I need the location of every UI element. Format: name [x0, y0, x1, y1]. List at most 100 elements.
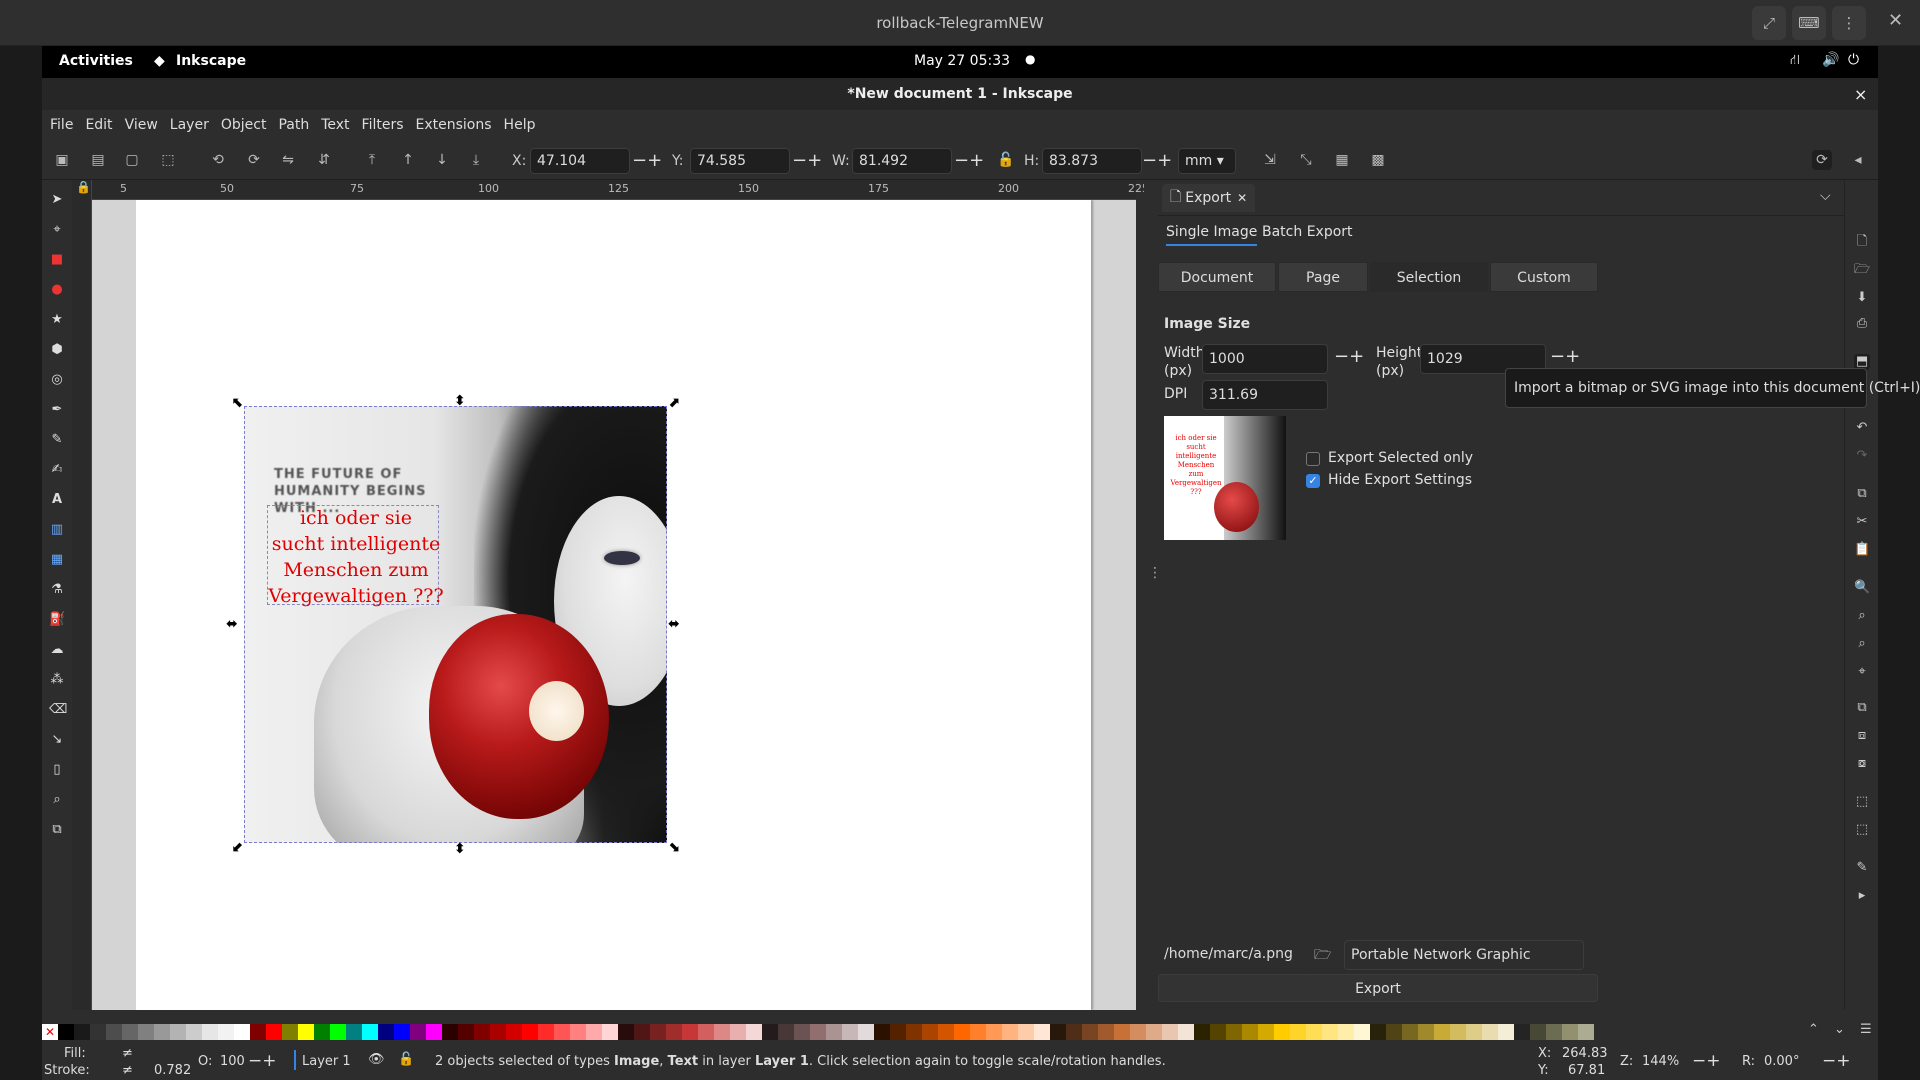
palette-swatch[interactable] [138, 1024, 154, 1040]
palette-swatch[interactable] [330, 1024, 346, 1040]
palette-swatch[interactable] [1258, 1024, 1274, 1040]
palette-swatch[interactable] [218, 1024, 234, 1040]
zoom-input[interactable]: 144% [1642, 1054, 1679, 1069]
palette-menu-icon[interactable]: ☰ [1860, 1022, 1872, 1037]
print-icon[interactable]: ⎙ [1854, 316, 1870, 332]
cut-icon[interactable]: ✂ [1854, 514, 1870, 530]
palette-swatch[interactable] [282, 1024, 298, 1040]
select-all-icon[interactable]: ▣ [52, 150, 72, 170]
palette-swatch[interactable] [586, 1024, 602, 1040]
palette-swatch[interactable] [1578, 1024, 1594, 1040]
scale-handle-b[interactable]: ⬍ [454, 842, 466, 856]
menu-object[interactable]: Object [221, 117, 267, 133]
palette-swatch[interactable] [1306, 1024, 1322, 1040]
palette-scroll-down-icon[interactable]: ⌄ [1834, 1022, 1845, 1037]
scale-corners-icon[interactable]: ⤡ [1296, 150, 1316, 170]
transform-patterns-icon[interactable]: ▩ [1368, 150, 1388, 170]
menu-layer[interactable]: Layer [170, 117, 209, 133]
palette-swatch[interactable] [890, 1024, 906, 1040]
keyboard-icon[interactable]: ⌨ [1792, 6, 1826, 40]
palette-swatch[interactable] [1194, 1024, 1210, 1040]
palette-swatch[interactable] [1466, 1024, 1482, 1040]
palette-swatch[interactable] [1530, 1024, 1546, 1040]
dock-resize-handle[interactable]: ⋮ [1144, 180, 1162, 1010]
calligraphy-tool-icon[interactable]: ✍ [49, 462, 65, 478]
transform-gradients-icon[interactable]: ▦ [1332, 150, 1352, 170]
eraser-tool-icon[interactable]: ⌫ [49, 702, 67, 718]
tweak-tool-icon[interactable]: ☁ [49, 642, 65, 658]
spray-tool-icon[interactable]: ⁂ [49, 672, 65, 688]
select-all-layers-icon[interactable]: ▤ [88, 150, 108, 170]
export-selected-only-checkbox[interactable] [1306, 452, 1320, 466]
dpi-input[interactable]: 311.69 [1202, 380, 1328, 410]
palette-swatch[interactable] [1290, 1024, 1306, 1040]
deselect-icon[interactable]: ▢ [122, 150, 142, 170]
palette-swatch[interactable] [362, 1024, 378, 1040]
palette-swatch[interactable] [1434, 1024, 1450, 1040]
mesh-tool-icon[interactable]: ▦ [49, 552, 65, 568]
scale-handle-tr[interactable]: ⬈ [668, 396, 680, 410]
palette-swatch[interactable] [650, 1024, 666, 1040]
menu-help[interactable]: Help [504, 117, 536, 133]
save-icon[interactable]: ⬇ [1854, 290, 1870, 306]
palette-swatch[interactable] [714, 1024, 730, 1040]
filename-input[interactable]: /home/marc/a.png [1158, 940, 1308, 970]
zoom-center-icon[interactable]: ⌖ [1854, 664, 1870, 680]
h-stepper[interactable]: −+ [1142, 148, 1172, 174]
export-tab-close-icon[interactable]: ✕ [1237, 191, 1247, 205]
paint-bucket-tool-icon[interactable]: ⛽ [49, 612, 65, 628]
pencil-tool-icon[interactable]: ✎ [49, 432, 65, 448]
palette-swatch[interactable] [874, 1024, 890, 1040]
palette-swatch[interactable] [1386, 1024, 1402, 1040]
palette-swatch[interactable] [954, 1024, 970, 1040]
palette-swatch[interactable] [490, 1024, 506, 1040]
volume-icon[interactable]: 🔊 [1822, 52, 1839, 68]
palette-swatch[interactable] [522, 1024, 538, 1040]
scale-handle-l[interactable]: ⬌ [226, 617, 238, 631]
y-input[interactable]: 74.585 [690, 148, 790, 174]
power-icon[interactable]: ⏻ [1848, 52, 1859, 68]
rectangle-tool-icon[interactable]: ■ [49, 252, 65, 268]
palette-swatch[interactable] [1178, 1024, 1194, 1040]
zoom-page-icon[interactable]: ⌕ [1854, 636, 1870, 652]
rotate-ccw-icon[interactable]: ⟲ [208, 150, 228, 170]
palette-swatch[interactable] [1162, 1024, 1178, 1040]
export-button[interactable]: Export [1158, 974, 1598, 1002]
scale-handle-br[interactable]: ⬊ [668, 840, 680, 854]
connector-tool-icon[interactable]: ↘ [49, 732, 65, 748]
redo-icon[interactable]: ↷ [1854, 448, 1870, 464]
scale-stroke-icon[interactable]: ⇲ [1260, 150, 1280, 170]
zoom-selection-icon[interactable]: 🔍 [1854, 580, 1870, 596]
open-document-icon[interactable]: 🗁 [1854, 262, 1870, 278]
palette-swatch[interactable] [474, 1024, 490, 1040]
palette-swatch[interactable] [554, 1024, 570, 1040]
palette-swatch[interactable] [1370, 1024, 1386, 1040]
hide-export-settings-label[interactable]: Hide Export Settings [1328, 472, 1472, 488]
measure-tool-icon[interactable]: ⧉ [49, 822, 65, 838]
palette-swatch[interactable] [1146, 1024, 1162, 1040]
transform-handles-icon[interactable]: ⬚ [158, 150, 178, 170]
palette-swatch[interactable] [378, 1024, 394, 1040]
palette-swatch[interactable] [826, 1024, 842, 1040]
more-menu-icon[interactable]: ⋮ [1832, 6, 1866, 40]
opacity-input[interactable]: 100 [220, 1054, 245, 1069]
bezier-tool-icon[interactable]: ✒ [49, 402, 65, 418]
node-tool-icon[interactable]: ⌖ [49, 222, 65, 238]
scale-handle-bl[interactable]: ⬋ [232, 840, 244, 854]
layer-lock-icon[interactable]: 🔓 [398, 1052, 414, 1067]
chevron-down-icon[interactable]: ⌵ [1820, 188, 1831, 204]
menu-edit[interactable]: Edit [85, 117, 112, 133]
palette-swatch[interactable] [842, 1024, 858, 1040]
palette-swatch[interactable] [698, 1024, 714, 1040]
clone-icon[interactable]: ⧈ [1854, 728, 1870, 744]
rotation-stepper[interactable]: −+ [1822, 1051, 1851, 1071]
palette-swatch[interactable] [58, 1024, 74, 1040]
opacity-stepper[interactable]: −+ [248, 1051, 277, 1071]
rotate-cw-icon[interactable]: ⟳ [244, 150, 264, 170]
zoom-stepper[interactable]: −+ [1692, 1051, 1721, 1071]
export-selected-only-label[interactable]: Export Selected only [1328, 450, 1473, 466]
palette-swatch[interactable] [1226, 1024, 1242, 1040]
canvas[interactable]: THE FUTURE OF HUMANITY BEGINS WITH ... i… [92, 200, 1136, 1010]
palette-swatch[interactable] [458, 1024, 474, 1040]
area-custom-button[interactable]: Custom [1490, 262, 1598, 292]
